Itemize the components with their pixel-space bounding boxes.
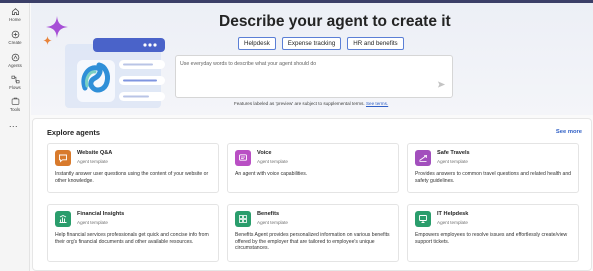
- page-title: Describe your agent to create it: [219, 13, 451, 30]
- card-description: Help financial services professionals ge…: [55, 232, 209, 245]
- hero-illustration: [65, 38, 165, 108]
- voice-icon: [235, 150, 251, 166]
- card-description: An agent with voice capabilities.: [235, 171, 308, 177]
- card-subtitle: Agent template: [77, 159, 108, 164]
- finance-icon: [55, 211, 71, 227]
- card-title: Voice: [257, 150, 272, 156]
- flows-icon: [11, 75, 19, 84]
- card-subtitle: Agent template: [437, 159, 468, 164]
- card-description: Empowers employees to resolve issues and…: [415, 232, 568, 245]
- home-icon: [11, 8, 19, 16]
- left-nav-rail: Home Create Agents Flows Tools ...: [0, 3, 30, 271]
- nav-label-agents: Agents: [8, 63, 22, 68]
- nav-label-create: Create: [8, 40, 22, 45]
- chip-helpdesk[interactable]: Helpdesk: [238, 37, 276, 50]
- agent-card-it-helpdesk[interactable]: IT Helpdesk Agent template Empowers empl…: [407, 204, 579, 262]
- card-description: Benefits Agent provides personalized inf…: [235, 232, 390, 252]
- agent-card-benefits[interactable]: Benefits Agent template Benefits Agent p…: [227, 204, 399, 262]
- card-description: Provides answers to common travel questi…: [415, 171, 572, 184]
- suggestion-chips: Helpdesk Expense tracking HR and benefit…: [238, 37, 404, 50]
- see-terms-link[interactable]: See terms.: [366, 101, 388, 106]
- card-description: Instantly answer user questions using th…: [55, 171, 209, 184]
- chat-bubble-icon: [55, 150, 71, 166]
- sparkle-icon: [46, 16, 68, 38]
- agent-card-safe-travels[interactable]: Safe Travels Agent template Provides ans…: [407, 143, 579, 193]
- main-content: Describe your agent to create it Helpdes…: [31, 3, 593, 271]
- more-menu-icon[interactable]: ...: [9, 120, 18, 129]
- tools-icon: [11, 97, 19, 105]
- agent-card-financial-insights[interactable]: Financial Insights Agent template Help f…: [47, 204, 219, 262]
- agent-description-box[interactable]: [175, 55, 453, 98]
- agents-icon: [11, 53, 19, 62]
- disclaimer-text: Features labeled as 'preview' are subjec…: [234, 101, 365, 106]
- nav-label-flows: Flows: [9, 85, 21, 90]
- explore-agents-section: Explore agents See more Website Q&A Agen…: [32, 118, 592, 271]
- nav-item-create[interactable]: Create: [0, 30, 30, 50]
- chip-hr-and-benefits[interactable]: HR and benefits: [347, 37, 404, 50]
- create-icon: [11, 30, 19, 39]
- card-subtitle: Agent template: [77, 220, 108, 225]
- hero-section: Describe your agent to create it Helpdes…: [31, 3, 593, 115]
- chip-expense-tracking[interactable]: Expense tracking: [281, 37, 342, 50]
- card-subtitle: Agent template: [257, 220, 288, 225]
- nav-item-agents[interactable]: Agents: [0, 53, 30, 73]
- helpdesk-icon: [415, 211, 431, 227]
- nav-label-tools: Tools: [9, 107, 21, 112]
- agent-description-input[interactable]: [180, 61, 430, 67]
- nav-label-home: Home: [9, 17, 21, 22]
- card-title: IT Helpdesk: [437, 211, 469, 217]
- travel-icon: [415, 150, 431, 166]
- section-title: Explore agents: [47, 128, 100, 137]
- benefits-icon: [235, 211, 251, 227]
- small-sparkle-icon: [43, 36, 52, 45]
- card-title: Financial Insights: [77, 211, 125, 217]
- agent-card-voice[interactable]: Voice Agent template An agent with voice…: [227, 143, 399, 193]
- see-more-link[interactable]: See more: [556, 129, 582, 135]
- card-title: Website Q&A: [77, 150, 113, 156]
- card-subtitle: Agent template: [257, 159, 288, 164]
- card-title: Benefits: [257, 211, 280, 217]
- card-subtitle: Agent template: [437, 220, 468, 225]
- card-title: Safe Travels: [437, 150, 470, 156]
- agent-card-website-qa[interactable]: Website Q&A Agent template Instantly ans…: [47, 143, 219, 193]
- nav-item-home[interactable]: Home: [0, 7, 30, 27]
- nav-item-tools[interactable]: Tools: [0, 97, 30, 117]
- nav-item-flows[interactable]: Flows: [0, 75, 30, 95]
- send-icon[interactable]: [437, 80, 446, 89]
- disclaimer: Features labeled as 'preview' are subjec…: [234, 101, 388, 106]
